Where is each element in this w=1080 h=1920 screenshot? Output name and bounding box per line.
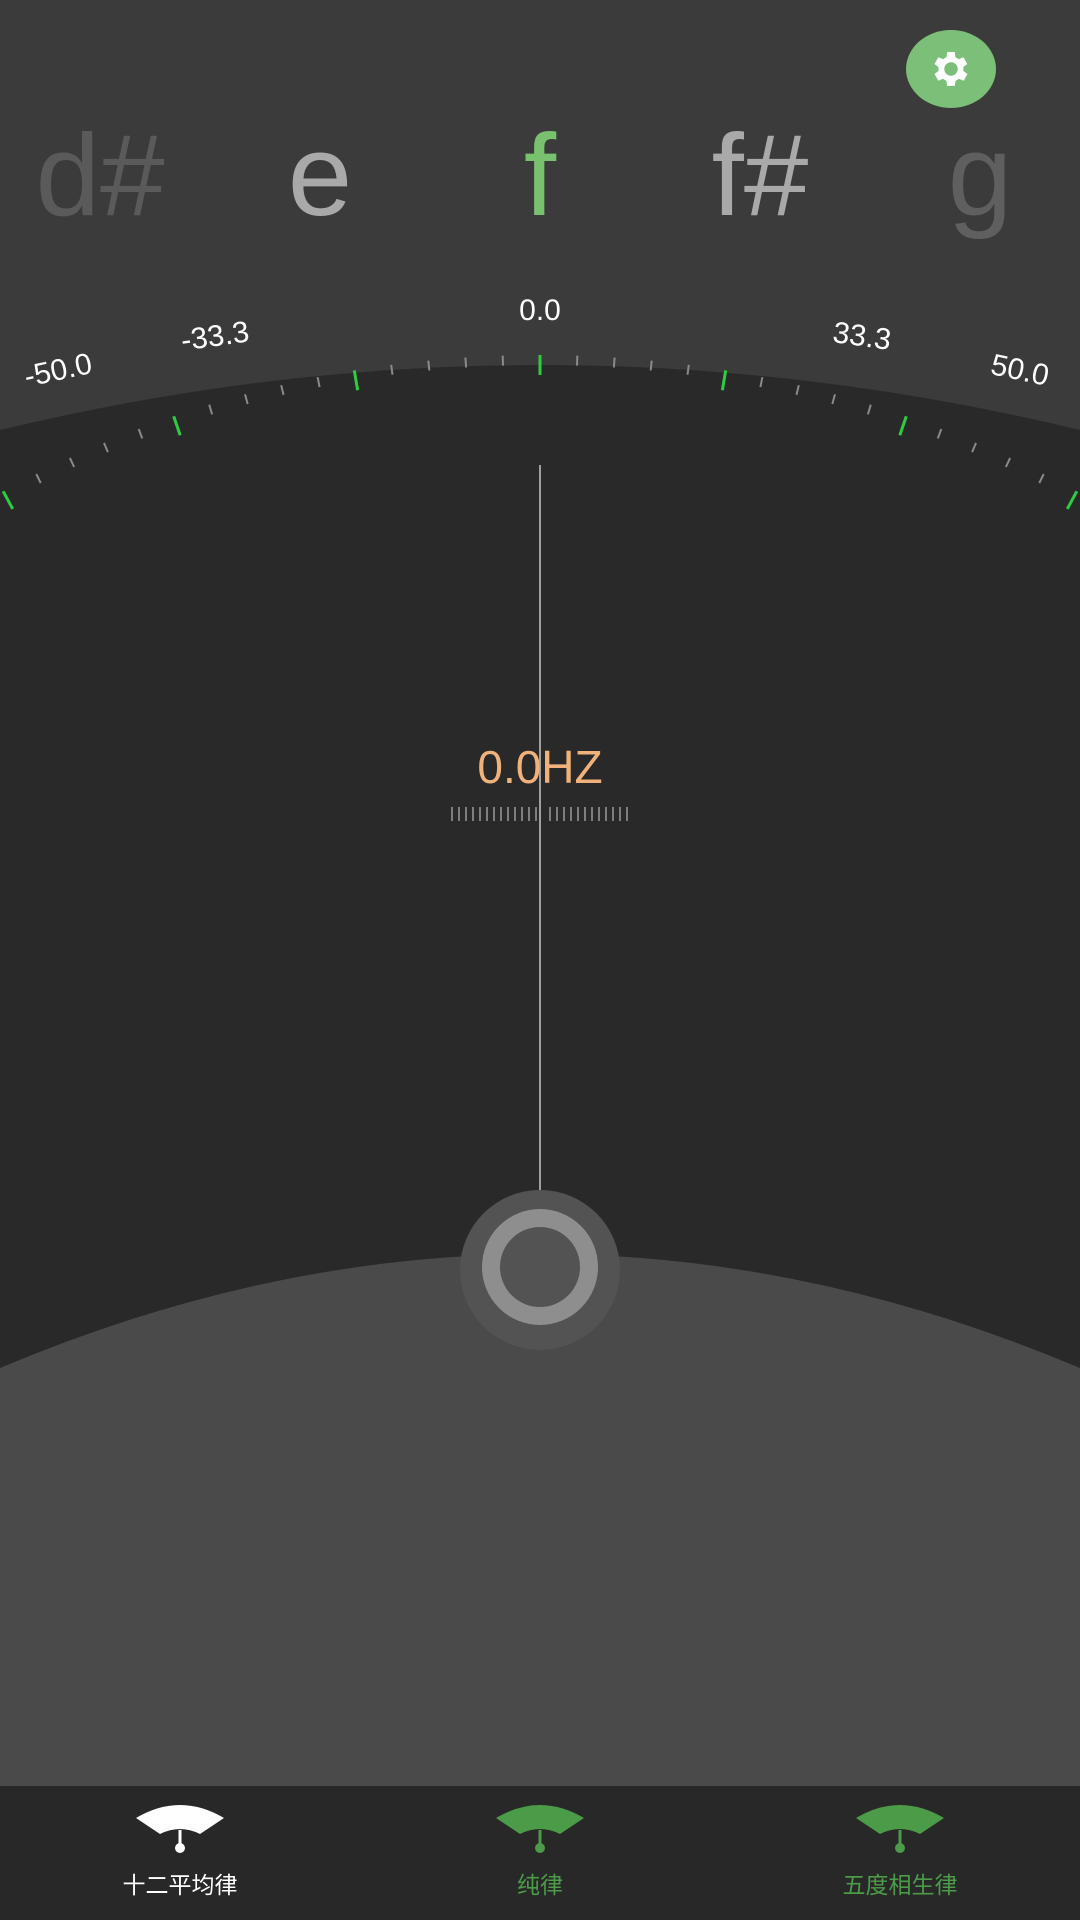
cents-label-minus-50: -50.0 — [21, 347, 95, 393]
tuner-screen: -50.0 -33.3 0.0 33.3 50.0 d# e f f# g 0.… — [0, 0, 1080, 1920]
note-selector: d# e f f# g — [0, 110, 1080, 240]
frequency-readout: 0.0HZ — [477, 741, 603, 793]
nav-item-just-intonation[interactable]: 纯律 — [360, 1786, 720, 1920]
minor-tick — [649, 360, 653, 371]
minor-tick — [427, 360, 431, 371]
note-f: f — [523, 110, 557, 240]
bottom-nav: 十二平均律 纯律 五度相生律 — [0, 1786, 1080, 1920]
cents-label-minus-33: -33.3 — [179, 315, 251, 357]
nav-label-pythagorean: 五度相生律 — [842, 1873, 958, 1899]
tuner-gauge-icon — [136, 1805, 224, 1853]
nav-label-just-intonation: 纯律 — [517, 1873, 563, 1899]
nav-label-equal-temperament: 十二平均律 — [122, 1873, 238, 1899]
tuner-gauge-icon — [856, 1805, 944, 1853]
minor-tick — [686, 364, 690, 375]
nav-item-equal-temperament[interactable]: 十二平均律 — [0, 1786, 360, 1920]
cents-label-plus-33: 33.3 — [831, 316, 893, 357]
tuner-gauge-icon — [496, 1805, 584, 1853]
note-d-sharp: d# — [35, 110, 165, 240]
note-e: e — [287, 110, 353, 240]
note-f-sharp: f# — [711, 110, 809, 240]
nav-item-pythagorean[interactable]: 五度相生律 — [720, 1786, 1080, 1920]
gear-icon — [934, 52, 968, 86]
minor-tick — [464, 357, 468, 368]
minor-tick — [612, 357, 616, 368]
frequency-fine-scale — [451, 807, 628, 821]
settings-button[interactable] — [906, 30, 996, 108]
tuner-gauge: -50.0 -33.3 0.0 33.3 50.0 — [0, 294, 1080, 1786]
minor-tick — [390, 364, 394, 375]
cents-label-plus-50: 50.0 — [988, 348, 1052, 392]
note-g: g — [947, 110, 1013, 240]
cents-label-zero: 0.0 — [519, 294, 561, 327]
